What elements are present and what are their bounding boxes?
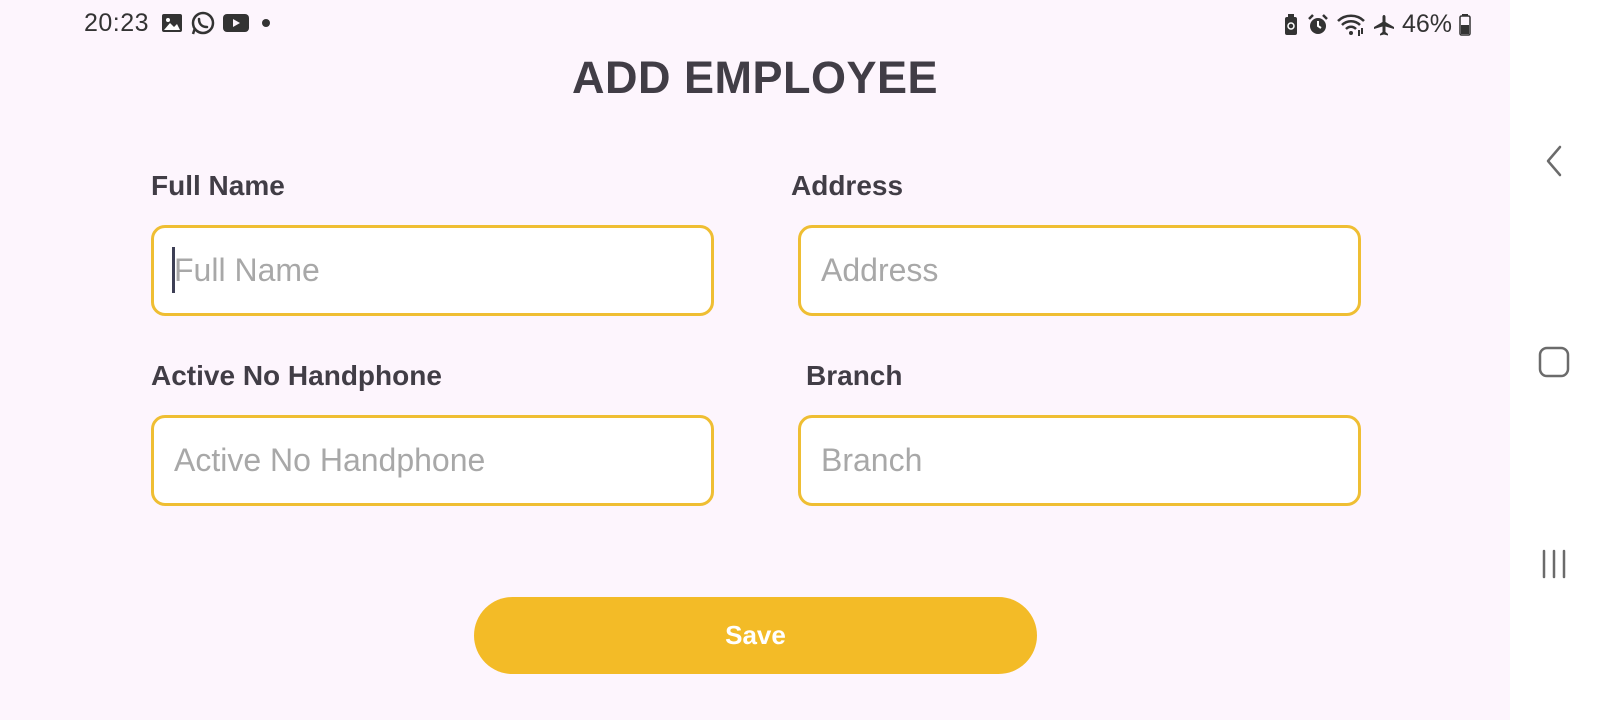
branch-input[interactable] [798,415,1361,506]
status-notification-icons [160,10,276,36]
address-input[interactable] [798,225,1361,316]
save-button[interactable]: Save [474,597,1037,674]
whatsapp-icon [190,10,216,36]
phone-input[interactable] [151,415,714,506]
youtube-icon [222,12,250,34]
text-cursor [172,247,175,293]
back-icon[interactable] [1530,137,1578,185]
dot-icon [256,13,276,33]
branch-label: Branch [806,360,903,391]
battery-saver-icon [1282,13,1300,37]
recents-icon[interactable] [1530,540,1578,588]
page-title: ADD EMPLOYEE [571,52,939,103]
status-time: 20:23 [84,9,150,37]
full-name-label: Full Name [151,170,285,201]
full-name-input[interactable] [151,225,714,316]
image-icon [160,11,184,35]
status-system-icons: 46% [1282,10,1472,39]
battery-percent: 46% [1402,10,1453,38]
airplane-icon [1372,13,1396,37]
app-screen: 20:23 46% ADD EMPLOYEE Full Name Full Na… [0,0,1510,720]
battery-icon [1458,13,1472,37]
wifi-icon [1336,13,1366,37]
address-label: Address [791,170,904,201]
alarm-icon [1306,13,1330,37]
phone-label: Active No Handphone [151,360,442,391]
home-icon[interactable] [1530,338,1578,386]
